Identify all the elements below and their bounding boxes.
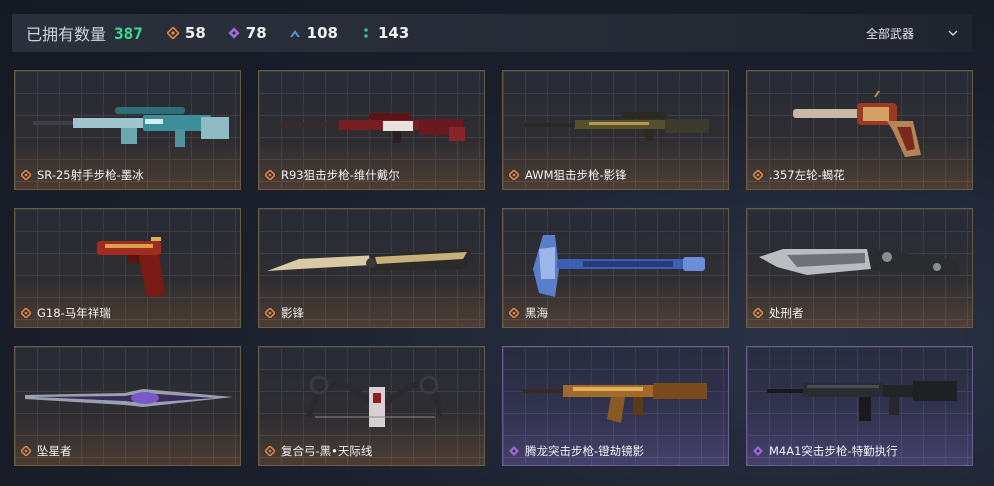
combat-knife-icon: [759, 247, 961, 275]
weapon-name: .357左轮-蝎花: [769, 168, 845, 182]
weapon-grid: SR-25射手步枪-墨冰 R93狙击步枪-维什戴尔 AWM狙击步枪-影锋 .35…: [14, 70, 973, 466]
stat-blue: 108: [289, 24, 338, 42]
sniper-rifle-icon: [279, 113, 465, 143]
weapon-name: 影锋: [281, 306, 304, 320]
weapon-card-sr25[interactable]: SR-25射手步枪-墨冰: [14, 70, 241, 190]
weapon-card-yingfeng[interactable]: 影锋: [258, 208, 485, 328]
weapon-name: R93狙击步枪-维什戴尔: [281, 168, 400, 182]
weapon-card-heihai[interactable]: 黑海: [502, 208, 729, 328]
orange-rank-icon: [753, 170, 763, 180]
weapon-label: 影锋: [265, 305, 304, 321]
stat-purple: 78: [228, 24, 267, 42]
weapon-label: 黑海: [509, 305, 548, 321]
weapon-label: 复合弓-黑•天际线: [265, 443, 372, 459]
orange-rank-icon: [509, 308, 519, 318]
weapon-name: SR-25射手步枪-墨冰: [37, 168, 144, 182]
weapon-name: M4A1突击步枪-特勤执行: [769, 444, 898, 458]
weapon-label: 腾龙突击步枪-镫劫镜影: [509, 443, 644, 459]
weapon-card-chuxingzhe[interactable]: 处刑者: [746, 208, 973, 328]
owned-label: 已拥有数量: [26, 25, 107, 44]
weapon-card-m4a1[interactable]: M4A1突击步枪-特勤执行: [746, 346, 973, 466]
orange-rank-icon: [265, 446, 275, 456]
weapon-filter-label: 全部武器: [865, 26, 914, 41]
orange-rank-icon: [753, 308, 763, 318]
green-dots-icon: [364, 28, 368, 38]
inventory-header-bar: 已拥有数量 387 58 78 108 143 全部武器: [12, 14, 972, 52]
stat-green: 143: [360, 24, 409, 42]
weapon-label: 处刑者: [753, 305, 804, 321]
weapon-name: 黑海: [525, 306, 548, 320]
weapon-label: AWM狙击步枪-影锋: [509, 167, 627, 183]
dagger-icon: [25, 389, 233, 407]
orange-rank-icon: [21, 446, 31, 456]
pistol-icon: [97, 237, 165, 297]
revolver-icon: [793, 90, 921, 157]
orange-rank-icon: [21, 308, 31, 318]
stat-purple-value: 78: [245, 24, 267, 42]
chevron-down-icon: [948, 30, 958, 36]
weapon-name: 坠星者: [37, 444, 72, 458]
weapon-filter-dropdown[interactable]: 全部武器: [866, 14, 958, 52]
orange-rank-icon: [21, 170, 31, 180]
weapon-card-g18[interactable]: G18-马年祥瑞: [14, 208, 241, 328]
compound-bow-icon: [306, 375, 442, 427]
weapon-card-zhuixingzhe[interactable]: 坠星者: [14, 346, 241, 466]
sniper-rifle-icon: [33, 107, 229, 147]
weapon-label: M4A1突击步枪-特勤执行: [753, 443, 898, 459]
purple-diamond-icon: [228, 27, 240, 39]
weapon-card-r93[interactable]: R93狙击步枪-维什戴尔: [258, 70, 485, 190]
butterfly-knife-icon: [267, 249, 473, 271]
stat-orange-value: 58: [184, 24, 206, 42]
stat-blue-value: 108: [306, 24, 338, 42]
weapon-name: 处刑者: [769, 306, 804, 320]
owned-count: 387: [114, 23, 143, 43]
orange-rank-icon: [509, 170, 519, 180]
assault-rifle-icon: [523, 383, 707, 423]
stat-green-value: 143: [377, 24, 410, 42]
weapon-card-awm[interactable]: AWM狙击步枪-影锋: [502, 70, 729, 190]
weapon-label: .357左轮-蝎花: [753, 167, 845, 183]
weapon-name: AWM狙击步枪-影锋: [525, 168, 627, 182]
purple-rank-icon: [753, 446, 763, 456]
sniper-rifle-icon: [525, 112, 709, 141]
orange-diamond-icon: [166, 27, 179, 39]
weapon-name: 腾龙突击步枪-镫劫镜影: [525, 444, 645, 458]
weapon-name: 复合弓-黑•天际线: [281, 444, 373, 458]
weapon-label: 坠星者: [21, 443, 72, 459]
axe-icon: [533, 235, 705, 297]
weapon-label: R93狙击步枪-维什戴尔: [265, 167, 400, 183]
weapon-label: G18-马年祥瑞: [21, 305, 111, 321]
orange-rank-icon: [265, 308, 275, 318]
orange-rank-icon: [265, 170, 275, 180]
weapon-card-357[interactable]: .357左轮-蝎花: [746, 70, 973, 190]
stat-orange: 58: [166, 24, 206, 42]
purple-rank-icon: [509, 446, 519, 456]
blue-chevron-icon: [289, 30, 300, 37]
weapon-card-tenglong[interactable]: 腾龙突击步枪-镫劫镜影: [502, 346, 729, 466]
weapon-name: G18-马年祥瑞: [37, 306, 111, 320]
weapon-card-bow[interactable]: 复合弓-黑•天际线: [258, 346, 485, 466]
weapon-label: SR-25射手步枪-墨冰: [21, 167, 144, 183]
assault-rifle-icon: [767, 381, 957, 421]
